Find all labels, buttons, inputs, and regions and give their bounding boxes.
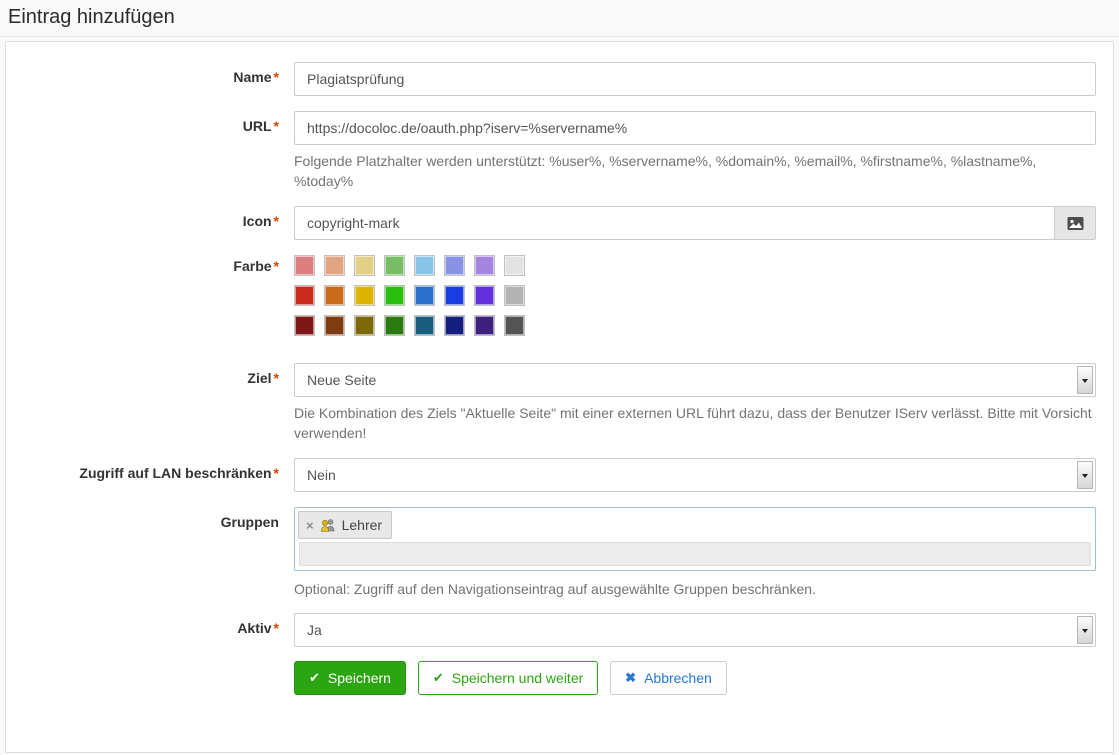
save-button[interactable]: ✔ Speichern <box>294 661 406 695</box>
form-row-name: Name* <box>6 62 1113 96</box>
color-swatch[interactable] <box>414 255 435 276</box>
color-swatch[interactable] <box>504 255 525 276</box>
url-label: URL* <box>6 111 294 191</box>
color-swatch[interactable] <box>384 315 405 336</box>
chevron-down-icon <box>1077 461 1093 489</box>
required-marker: * <box>274 620 279 636</box>
buttons-spacer <box>6 661 294 695</box>
color-swatch[interactable] <box>384 285 405 306</box>
lan-label-text: Zugriff auf LAN beschränken <box>79 465 271 481</box>
lan-select[interactable]: Nein <box>294 458 1096 492</box>
icon-label-text: Icon <box>243 213 272 229</box>
url-input[interactable] <box>294 111 1096 145</box>
color-swatch[interactable] <box>294 285 315 306</box>
x-icon: ✖ <box>625 670 636 686</box>
color-swatch[interactable] <box>504 315 525 336</box>
color-swatch[interactable] <box>354 315 375 336</box>
aktiv-label-text: Aktiv <box>237 620 271 636</box>
color-swatch[interactable] <box>414 285 435 306</box>
icon-label: Icon* <box>6 206 294 240</box>
form-row-farbe: Farbe* <box>6 255 1113 345</box>
save-and-continue-button-label: Speichern und weiter <box>452 670 584 686</box>
form-row-lan: Zugriff auf LAN beschränken* Nein <box>6 458 1113 492</box>
color-swatch[interactable] <box>354 255 375 276</box>
required-marker: * <box>274 370 279 386</box>
form-panel: Name* URL* Folgende Platzhalter werden u… <box>5 41 1114 753</box>
name-label: Name* <box>6 62 294 96</box>
required-marker: * <box>274 118 279 134</box>
required-marker: * <box>274 465 279 481</box>
group-tag-lehrer[interactable]: × Lehrer <box>298 511 392 539</box>
form-row-icon: Icon* <box>6 206 1113 240</box>
color-swatch[interactable] <box>354 285 375 306</box>
picture-icon <box>1067 216 1084 231</box>
icon-picker-button[interactable] <box>1055 206 1096 240</box>
group-icon <box>320 518 336 532</box>
color-swatch[interactable] <box>294 315 315 336</box>
color-swatch-grid <box>294 255 1096 336</box>
color-swatch[interactable] <box>324 285 345 306</box>
remove-tag-icon[interactable]: × <box>306 519 314 532</box>
ziel-label-text: Ziel <box>247 370 271 386</box>
aktiv-select[interactable]: Ja <box>294 613 1096 647</box>
color-swatch[interactable] <box>474 315 495 336</box>
page-title: Eintrag hinzufügen <box>0 0 1119 37</box>
url-help-text: Folgende Platzhalter werden unterstützt:… <box>294 151 1096 191</box>
required-marker: * <box>274 213 279 229</box>
color-swatch[interactable] <box>474 255 495 276</box>
url-label-text: URL <box>243 118 272 134</box>
color-swatch[interactable] <box>444 285 465 306</box>
cancel-button[interactable]: ✖ Abbrechen <box>610 661 727 695</box>
form-row-aktiv: Aktiv* Ja <box>6 613 1113 647</box>
gruppen-input[interactable] <box>299 542 1091 566</box>
form-row-gruppen: Gruppen × Lehre <box>6 507 1113 599</box>
name-input[interactable] <box>294 62 1096 96</box>
gruppen-multiselect[interactable]: × Lehrer <box>294 507 1096 571</box>
ziel-select-value: Neue Seite <box>307 372 376 388</box>
check-icon: ✔ <box>309 670 320 686</box>
name-label-text: Name <box>233 69 271 85</box>
check-icon: ✔ <box>433 670 444 686</box>
form-row-buttons: ✔ Speichern ✔ Speichern und weiter ✖ Abb… <box>6 661 1113 695</box>
color-swatch[interactable] <box>324 255 345 276</box>
required-marker: * <box>274 258 279 274</box>
farbe-label: Farbe* <box>6 255 294 345</box>
color-swatch[interactable] <box>504 285 525 306</box>
color-swatch[interactable] <box>474 285 495 306</box>
cancel-button-label: Abbrechen <box>644 670 712 686</box>
gruppen-help-text: Optional: Zugriff auf den Navigationsein… <box>294 579 1096 599</box>
color-swatch[interactable] <box>384 255 405 276</box>
color-swatch[interactable] <box>444 255 465 276</box>
gruppen-label: Gruppen <box>6 507 294 599</box>
form-row-url: URL* Folgende Platzhalter werden unterst… <box>6 111 1113 191</box>
form-row-ziel: Ziel* Neue Seite Die Kombination des Zie… <box>6 363 1113 443</box>
required-marker: * <box>274 69 279 85</box>
color-swatch[interactable] <box>324 315 345 336</box>
save-and-continue-button[interactable]: ✔ Speichern und weiter <box>418 661 598 695</box>
aktiv-select-value: Ja <box>307 622 322 638</box>
lan-select-value: Nein <box>307 467 336 483</box>
color-swatch[interactable] <box>414 315 435 336</box>
ziel-label: Ziel* <box>6 363 294 443</box>
color-swatch[interactable] <box>444 315 465 336</box>
icon-input[interactable] <box>294 206 1055 240</box>
color-swatch[interactable] <box>294 255 315 276</box>
chevron-down-icon <box>1077 616 1093 644</box>
ziel-select[interactable]: Neue Seite <box>294 363 1096 397</box>
ziel-help-text: Die Kombination des Ziels "Aktuelle Seit… <box>294 403 1096 443</box>
farbe-label-text: Farbe <box>233 258 271 274</box>
chevron-down-icon <box>1077 366 1093 394</box>
aktiv-label: Aktiv* <box>6 613 294 647</box>
group-tag-label: Lehrer <box>342 517 382 533</box>
save-button-label: Speichern <box>328 670 391 686</box>
lan-label: Zugriff auf LAN beschränken* <box>6 458 294 492</box>
gruppen-label-text: Gruppen <box>221 514 279 530</box>
